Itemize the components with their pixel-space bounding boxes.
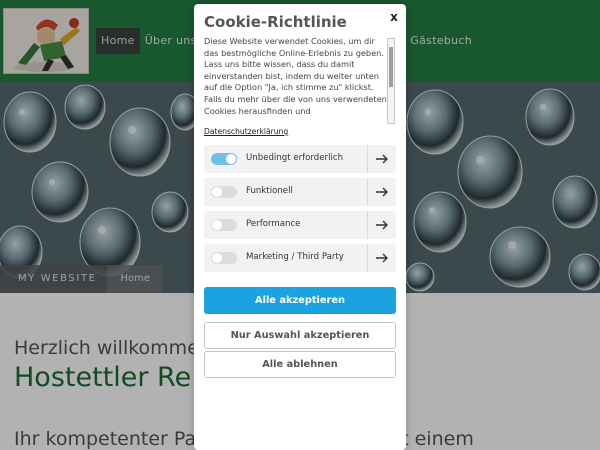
scrollbar-thumb[interactable] [389,47,393,87]
accept-selection-button[interactable]: Nur Auswahl akzeptieren [204,322,396,349]
toggle-functional[interactable] [211,186,237,198]
category-functional[interactable]: Funktionell [204,178,396,206]
text-scrollbar[interactable] [387,38,395,124]
arrow-right-icon[interactable] [372,248,392,268]
cookie-dialog: Cookie-Richtlinie x Diese Website verwen… [194,4,406,450]
category-label: Funktionell [246,186,293,196]
category-label: Performance [246,219,301,229]
arrow-right-icon[interactable] [372,215,392,235]
toggle-performance[interactable] [211,219,237,231]
reject-all-button[interactable]: Alle ablehnen [204,351,396,378]
category-necessary[interactable]: Unbedingt erforderlich [204,145,396,173]
category-label: Marketing / Third Party [246,252,344,262]
toggle-marketing[interactable] [211,252,237,264]
cookie-dialog-title: Cookie-Richtlinie [204,13,347,31]
arrow-right-icon[interactable] [372,149,392,169]
close-icon[interactable]: x [387,10,401,24]
category-performance[interactable]: Performance [204,211,396,239]
cookie-policy-text: Diese Website verwendet Cookies, um dir … [204,36,387,116]
arrow-right-icon[interactable] [372,182,392,202]
accept-all-button[interactable]: Alle akzeptieren [204,287,396,314]
privacy-policy-link[interactable]: Datenschutzerklärung [204,127,288,136]
category-label: Unbedingt erforderlich [246,153,344,163]
toggle-necessary[interactable] [211,153,237,165]
category-marketing[interactable]: Marketing / Third Party [204,244,396,272]
